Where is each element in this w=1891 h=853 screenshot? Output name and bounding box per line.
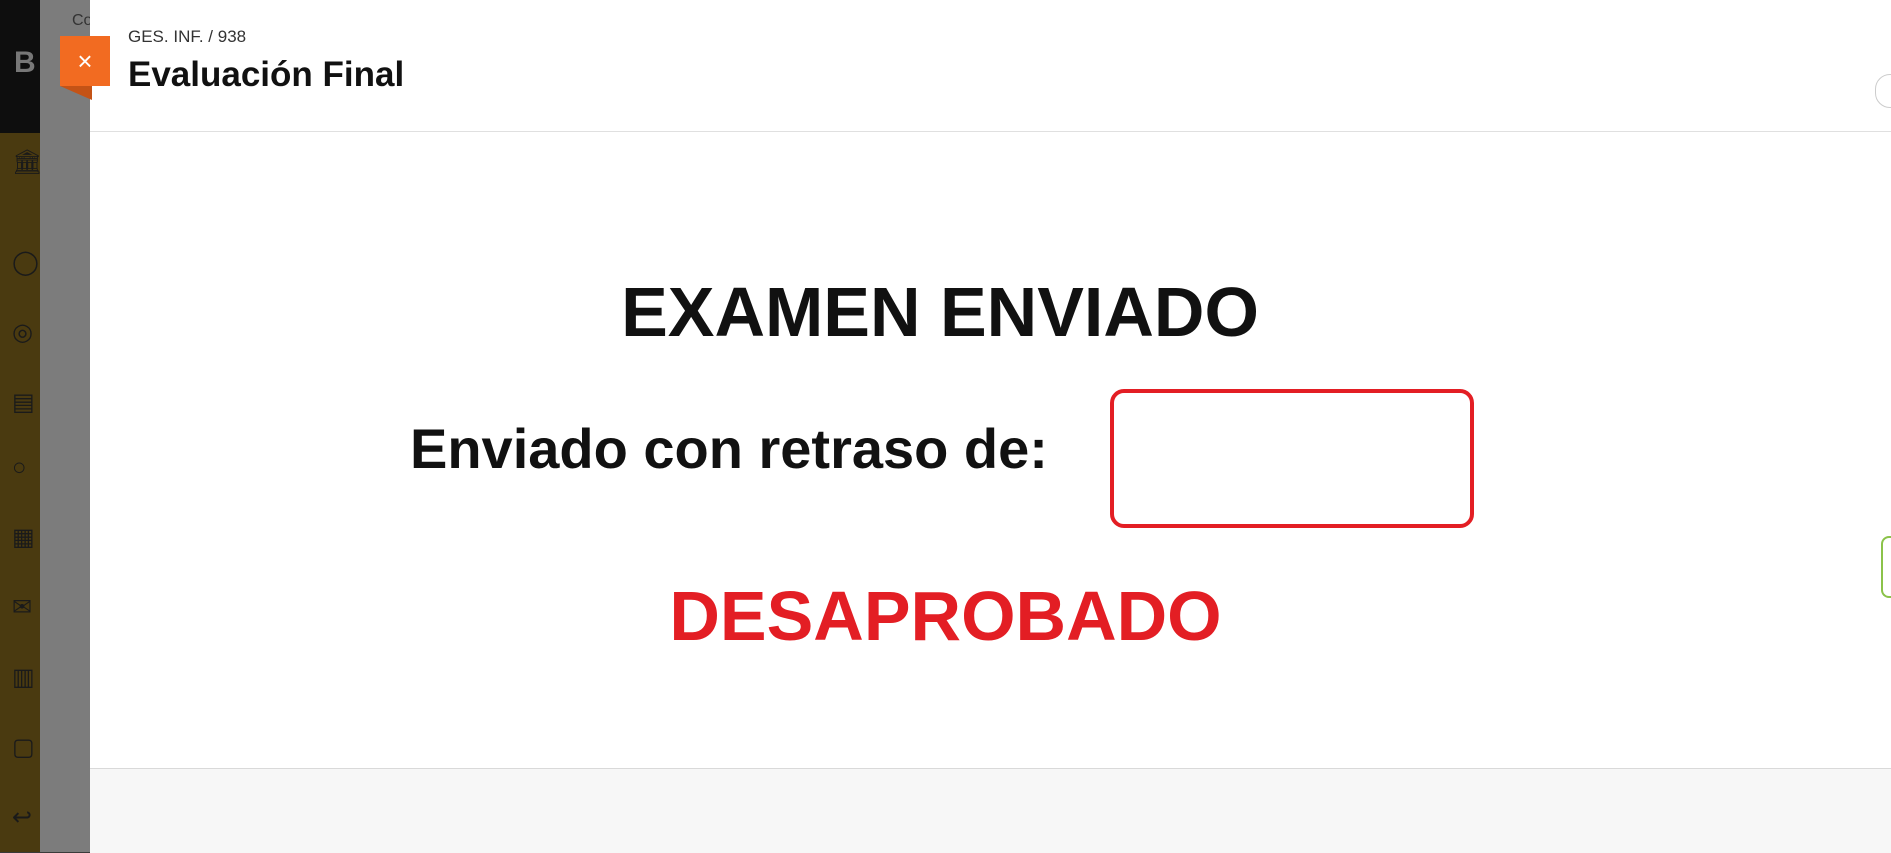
background-sidebar: B 🏛 ◯ ◎ ▤ ○ ▦ ✉ ▥ ▢ ↩ [0, 0, 42, 852]
panel-title: Evaluación Final [128, 55, 405, 94]
close-button[interactable]: × [60, 36, 110, 100]
side-tab[interactable] [1881, 536, 1891, 598]
background-logo: B [14, 46, 36, 79]
close-icon: × [77, 46, 93, 76]
evaluation-panel: GES. INF. / 938 Evaluación Final EXAMEN … [90, 0, 1891, 853]
logout-icon[interactable]: ↩ [12, 805, 38, 831]
user-icon[interactable]: ◯ [12, 250, 39, 276]
panel-header: GES. INF. / 938 Evaluación Final [90, 0, 1891, 132]
grades-icon[interactable]: ▥ [12, 665, 38, 691]
delay-value-box [1110, 389, 1474, 528]
breadcrumb: GES. INF. / 938 [128, 27, 247, 46]
bank-icon[interactable]: 🏛 [12, 150, 42, 176]
panel-content: EXAMEN ENVIADO Enviado con retraso de: D… [90, 132, 1891, 768]
mail-icon[interactable]: ✉ [12, 595, 38, 621]
edit-icon[interactable]: ▢ [12, 735, 38, 761]
globe-icon[interactable]: ◎ [12, 320, 38, 346]
panel-footer [90, 768, 1891, 853]
result-status: DESAPROBADO [669, 577, 1222, 655]
exam-submitted-heading: EXAMEN ENVIADO [621, 273, 1259, 351]
panel-toggle[interactable] [1875, 74, 1891, 108]
delay-label: Enviado con retraso de: [410, 417, 1048, 480]
calendar-icon[interactable]: ▦ [12, 525, 38, 551]
background-content-dimmed [40, 0, 90, 852]
groups-icon[interactable]: ○ [12, 455, 38, 481]
courses-icon[interactable]: ▤ [12, 390, 38, 416]
